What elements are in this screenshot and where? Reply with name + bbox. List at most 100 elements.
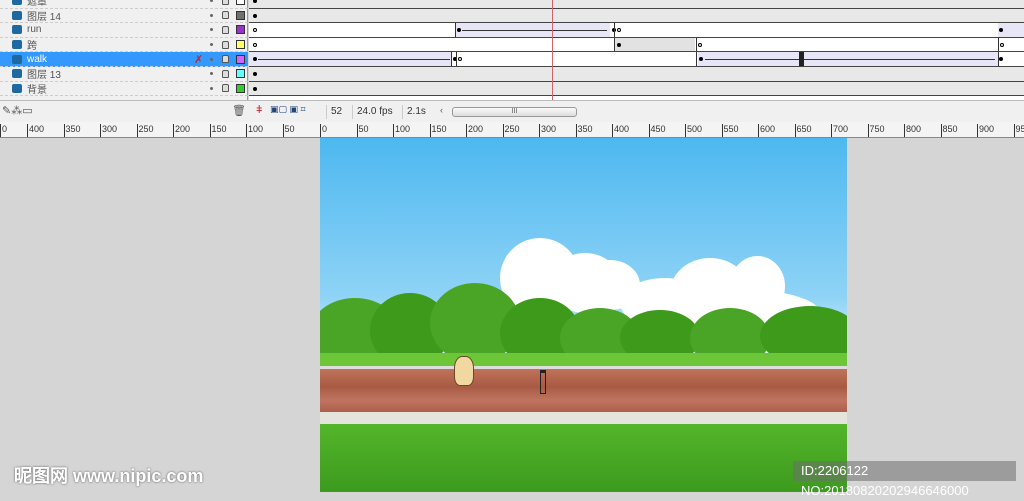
visibility-dot[interactable] [210, 58, 213, 61]
ruler-tick: 850 [941, 124, 958, 138]
scroll-grip: III [512, 108, 518, 115]
tween-arrow [462, 30, 607, 31]
ruler-tick: 350 [64, 124, 81, 138]
frame-row[interactable] [249, 23, 1024, 38]
frame-divider [998, 38, 999, 52]
lock-icon[interactable] [222, 70, 229, 78]
blank-keyframe [1000, 43, 1004, 47]
layer-name[interactable]: run [27, 24, 41, 35]
ruler-tick: 400 [612, 124, 629, 138]
ruler-tick: 50 [283, 124, 295, 138]
lock-icon[interactable] [222, 41, 229, 49]
outline-color-swatch[interactable] [236, 40, 245, 49]
ruler-tick: 900 [977, 124, 994, 138]
visibility-dot[interactable] [210, 87, 213, 90]
current-frame: 52 [326, 105, 346, 119]
ruler-tick: 350 [576, 124, 593, 138]
ruler-tick: 600 [758, 124, 775, 138]
add-layer-icons[interactable]: ✎⁂▭ [2, 104, 33, 117]
ruler-tick: 200 [466, 124, 483, 138]
ruler-tick: 450 [649, 124, 666, 138]
lock-icon[interactable] [222, 84, 229, 92]
blank-keyframe [698, 43, 702, 47]
visibility-dot[interactable] [210, 28, 213, 31]
layer-panel: 遮罩 图层 14 run 跨 walk ✗ 图层 13 背景 [0, 0, 248, 100]
frame-row[interactable] [249, 52, 1024, 67]
outline-color-swatch[interactable] [236, 0, 245, 5]
layer-type-icon [12, 84, 22, 93]
layer-row[interactable]: 跨 [0, 38, 248, 53]
ruler-tick: 200 [173, 124, 190, 138]
frame-divider [455, 23, 456, 37]
layer-row[interactable]: run [0, 23, 248, 38]
keyframe [999, 57, 1003, 61]
onion-skin-icons[interactable]: ▣▢ ▣ ⌗ [270, 104, 306, 115]
frame-rate[interactable]: 24.0 fps [352, 105, 397, 119]
stage-canvas[interactable] [320, 138, 847, 492]
center-frame-icon[interactable]: ǂ [256, 104, 262, 116]
ruler-tick: 0 [0, 124, 7, 138]
frame-row[interactable] [249, 82, 1024, 97]
timeline-frames[interactable] [249, 0, 1024, 100]
frame-divider [451, 52, 452, 66]
layer-name[interactable]: 图层 14 [27, 8, 61, 23]
blank-keyframe [253, 28, 257, 32]
layer-type-icon [12, 69, 22, 78]
hurdle[interactable] [540, 370, 546, 394]
ruler-tick: 550 [722, 124, 739, 138]
layer-name[interactable]: 背景 [27, 81, 47, 96]
lock-icon[interactable] [222, 55, 229, 63]
blank-keyframe [617, 28, 621, 32]
ruler-tick: 100 [246, 124, 263, 138]
scroll-left-icon[interactable]: ‹ [440, 105, 443, 115]
layer-name[interactable]: walk [27, 54, 47, 65]
frame-divider [998, 52, 999, 66]
layer-type-icon [12, 40, 22, 49]
outline-color-swatch[interactable] [236, 84, 245, 93]
tween-span [614, 38, 695, 52]
watermark-site: 昵图网 www.nipic.com [14, 462, 203, 488]
runner-character[interactable] [454, 356, 474, 386]
ruler-tick: 300 [100, 124, 117, 138]
ruler-tick: 700 [831, 124, 848, 138]
elapsed-time: 2.1s [402, 105, 430, 119]
ruler-tick: 250 [503, 124, 520, 138]
lock-icon[interactable] [222, 0, 229, 5]
ruler-tick: 0 [320, 124, 327, 138]
layer-name[interactable]: 跨 [27, 37, 37, 52]
keyframe [253, 14, 257, 18]
outline-color-swatch[interactable] [236, 69, 245, 78]
tween-arrow [705, 59, 995, 60]
layer-row[interactable]: walk ✗ [0, 52, 248, 67]
visibility-dot[interactable] [210, 72, 213, 75]
layer-row[interactable]: 图层 14 [0, 9, 248, 24]
trash-icon[interactable]: 🗑 [232, 104, 246, 117]
current-frame-marker [799, 52, 804, 66]
ruler-tick: 650 [795, 124, 812, 138]
layer-name[interactable]: 图层 13 [27, 66, 61, 81]
outline-color-swatch[interactable] [236, 11, 245, 20]
lock-icon[interactable] [222, 26, 229, 34]
outline-color-swatch[interactable] [236, 55, 245, 64]
ruler-tick: 95 [1014, 124, 1024, 138]
layer-row[interactable]: 图层 13 [0, 67, 248, 82]
visibility-dot[interactable] [210, 43, 213, 46]
frame-row[interactable] [249, 38, 1024, 53]
ruler-tick: 500 [685, 124, 702, 138]
layer-row[interactable]: 背景 [0, 82, 248, 97]
visibility-dot[interactable] [210, 14, 213, 17]
keyframe [253, 0, 257, 3]
outline-color-swatch[interactable] [236, 25, 245, 34]
timeline-scrollbar[interactable]: III [452, 107, 577, 117]
keyframe [253, 87, 257, 91]
lock-icon[interactable] [222, 11, 229, 19]
frame-divider [614, 38, 615, 52]
ruler-tick: 50 [357, 124, 369, 138]
frame-row[interactable] [249, 9, 1024, 24]
frame-row[interactable] [249, 0, 1024, 9]
playhead[interactable] [552, 0, 553, 108]
visibility-dot[interactable] [210, 0, 213, 2]
keyframe [253, 72, 257, 76]
frame-divider [614, 23, 615, 37]
frame-row[interactable] [249, 67, 1024, 82]
